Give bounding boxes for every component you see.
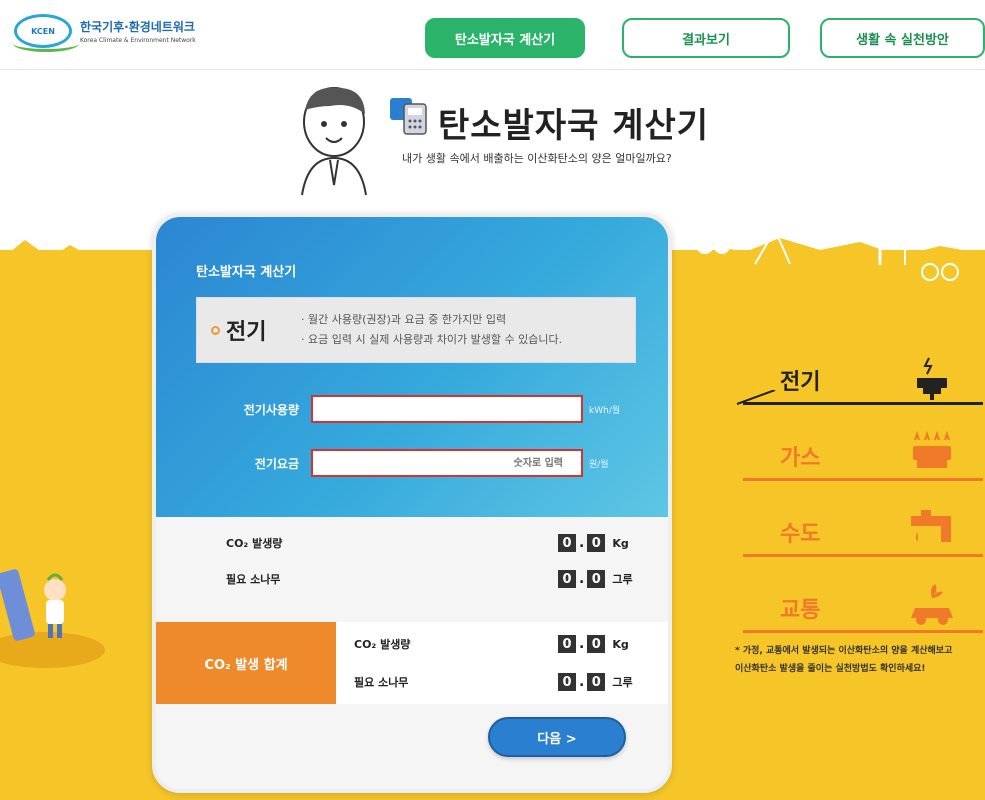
gas-stove-icon [913,430,951,468]
info-box: 전기 · 월간 사용량(권장)과 요금 중 한가지만 입력 · 요금 입력 시 … [196,297,636,363]
faucet-icon [911,510,951,542]
category-water[interactable]: 수도 [735,498,985,574]
fee-unit: 원/월 [589,459,609,470]
nav-carbon-calculator[interactable]: 탄소발자국 계산기 [425,18,585,58]
plug-icon [917,357,947,400]
fee-label: 전기요금 [254,456,299,471]
nav-results[interactable]: 결과보기 [622,18,790,58]
page-title: 탄소발자국 계산기 [438,106,710,146]
co2-value: 0.0 Kg [558,534,629,552]
category-label: 전기 [780,370,821,395]
total-co2-label: CO₂ 발생량 [354,638,411,651]
nav-practice-tips[interactable]: 생활 속 실천방안 [820,18,985,58]
logo-badge: KCEN [13,14,79,52]
co2-row: CO₂ 발생량 0.0 Kg [156,525,668,561]
page-subtitle: 내가 생활 속에서 배출하는 이산화탄소의 양은 얼마일까요? [402,152,672,165]
total-tree-row: 필요 소나무 0.0 그루 [336,664,668,700]
section-label: 전기 [211,314,266,346]
bullet-icon [211,325,220,335]
category-label: 가스 [780,446,821,471]
card-title: 탄소발자국 계산기 [196,265,297,280]
site-logo[interactable]: KCEN 한국기후·환경네트워크 Korea Climate & Environ… [13,14,196,52]
calculator-icon [390,98,427,135]
usage-label: 전기사용량 [243,402,299,417]
next-button[interactable]: 다음 > [488,717,626,757]
co2-label: CO₂ 발생량 [226,537,283,550]
logo-title: 한국기후·환경네트워크 [80,20,195,34]
fee-row: 전기요금 원/월 [196,449,609,477]
note-text: * 가정, 교통에서 발생되는 이산화탄소의 양을 계산해보고 이산화탄소 발생… [735,646,953,674]
total-co2-row: CO₂ 발생량 0.0 Kg [336,626,668,662]
fee-input[interactable] [311,449,583,477]
calculator-card: 탄소발자국 계산기 전기 · 월간 사용량(권장)과 요금 중 한가지만 입력 … [152,213,672,793]
usage-row: 전기사용량 kWh/월 [196,395,620,423]
total-panel: CO₂ 발생량 0.0 Kg 필요 소나무 0.0 그루 [336,622,668,704]
total-tree-value: 0.0 그루 [558,673,633,691]
category-transport[interactable]: 교통 [735,574,985,650]
usage-input[interactable] [311,395,583,423]
tree-label: 필요 소나무 [226,573,281,586]
category-label: 수도 [780,522,821,547]
mascot-illustration [301,87,367,195]
info-text: · 월간 사용량(권장)과 요금 중 한가지만 입력 · 요금 입력 시 실제 … [301,313,563,346]
usage-unit: kWh/월 [589,405,621,416]
category-label: 교통 [780,598,821,623]
total-co2-value: 0.0 Kg [558,635,629,653]
tree-value: 0.0 그루 [558,570,633,588]
category-gas[interactable]: 가스 [735,422,985,498]
car-icon [911,584,953,625]
category-list: 전기 가스 수도 교통 [735,346,985,650]
site-header: KCEN 한국기후·환경네트워크 Korea Climate & Environ… [0,0,985,70]
total-tree-label: 필요 소나무 [354,676,409,689]
tree-row: 필요 소나무 0.0 그루 [156,561,668,597]
logo-subtitle: Korea Climate & Environment Network [80,37,196,44]
child-illustration [0,569,105,668]
total-label: CO₂ 발생 합계 [156,622,336,704]
title-area: 탄소발자국 계산기 내가 생활 속에서 배출하는 이산화탄소의 양은 얼마일까요… [290,80,740,200]
category-electricity[interactable]: 전기 [735,346,985,422]
